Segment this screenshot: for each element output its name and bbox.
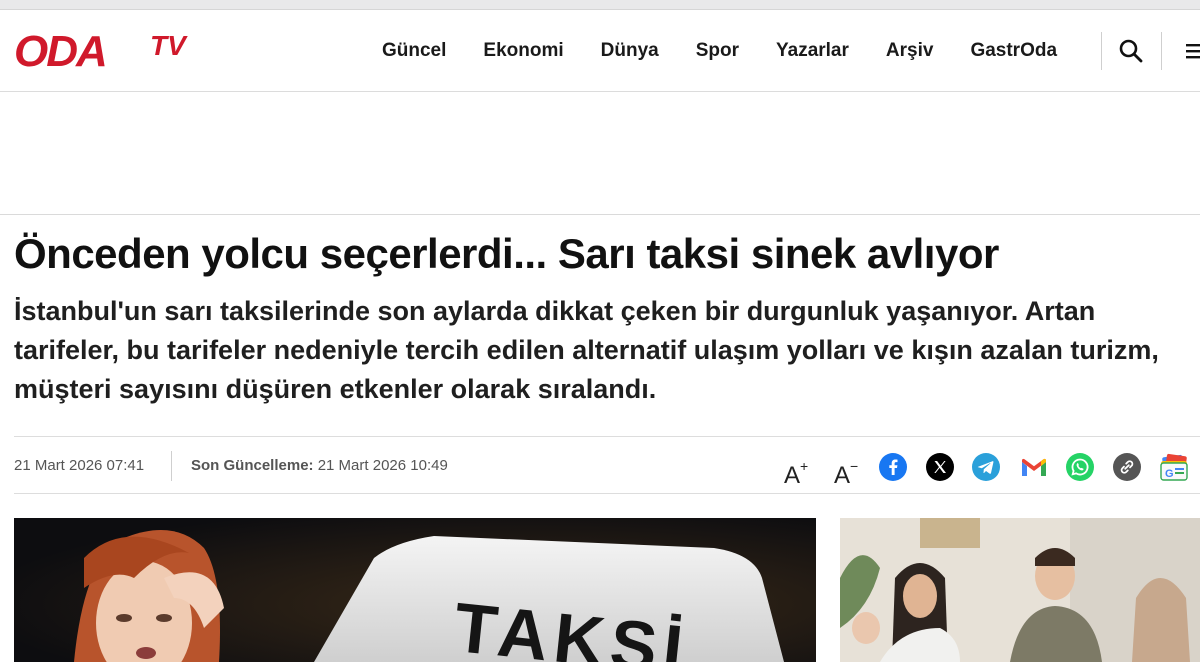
nav-item-dunya[interactable]: Dünya [601,36,659,66]
side-photo-graphic [840,518,1200,662]
nav-item-gastroda[interactable]: GastrOda [970,36,1057,66]
menu-button[interactable] [1184,40,1200,62]
share-whatsapp-button[interactable] [1066,453,1094,481]
link-icon [1113,453,1141,481]
copy-link-button[interactable] [1113,453,1141,481]
nav-divider [1161,32,1162,70]
browser-top-strip [0,0,1200,10]
updated-label: Son Güncelleme: [191,457,314,474]
hero-photo-graphic [14,518,816,662]
updated-value: 21 Mart 2026 10:49 [317,457,448,474]
meta-divider [171,451,172,481]
site-header: ODA TV Güncel Ekonomi Dünya Spor Yazarla… [0,10,1200,92]
article-headline: Önceden yolcu seçerlerdi... Sarı taksi s… [14,230,999,277]
nav-item-yazarlar[interactable]: Yazarlar [776,36,849,66]
article-summary: İstanbul'un sarı taksilerinde son aylard… [14,296,1159,404]
search-button[interactable] [1118,38,1144,64]
share-x-button[interactable] [926,453,954,481]
nav-item-arsiv[interactable]: Arşiv [886,36,934,66]
facebook-icon [879,453,907,481]
menu-icon [1186,44,1200,59]
font-increase-label: A [784,462,801,489]
published-date: 21 Mart 2026 07:41 [14,457,145,474]
ad-placeholder [0,93,1200,215]
article-meta-bar: 21 Mart 2026 07:41 Son Güncelleme: 21 Ma… [14,436,1200,494]
font-increase-sup: + [800,458,809,474]
hero-image: TAKSİ [14,518,816,662]
main-nav: Güncel Ekonomi Dünya Spor Yazarlar Arşiv… [382,36,1057,66]
search-icon [1119,39,1143,63]
updated-date: Son Güncelleme: 21 Mart 2026 10:49 [191,457,448,474]
nav-divider [1101,32,1102,70]
x-icon [926,453,954,481]
share-facebook-button[interactable] [879,453,907,481]
font-increase-button[interactable]: A+ [784,451,808,491]
font-decrease-button[interactable]: A− [834,451,858,491]
nav-item-ekonomi[interactable]: Ekonomi [483,36,563,66]
font-decrease-label: A [834,462,851,489]
nav-item-spor[interactable]: Spor [696,36,739,66]
share-gmail-button[interactable] [1019,453,1047,481]
whatsapp-icon [1066,453,1094,481]
side-image [840,518,1200,662]
telegram-icon [972,453,1000,481]
font-decrease-sup: − [850,458,859,474]
nav-item-guncel[interactable]: Güncel [382,36,446,66]
svg-text:G: G [1165,468,1174,480]
share-telegram-button[interactable] [972,453,1000,481]
logo-sub-text: TV [150,30,186,61]
google-news-button[interactable]: G [1159,453,1188,481]
site-logo[interactable]: ODA TV [14,28,210,76]
gmail-icon [1022,458,1046,476]
google-news-icon: G [1160,453,1188,481]
logo-text: ODA [14,27,108,76]
